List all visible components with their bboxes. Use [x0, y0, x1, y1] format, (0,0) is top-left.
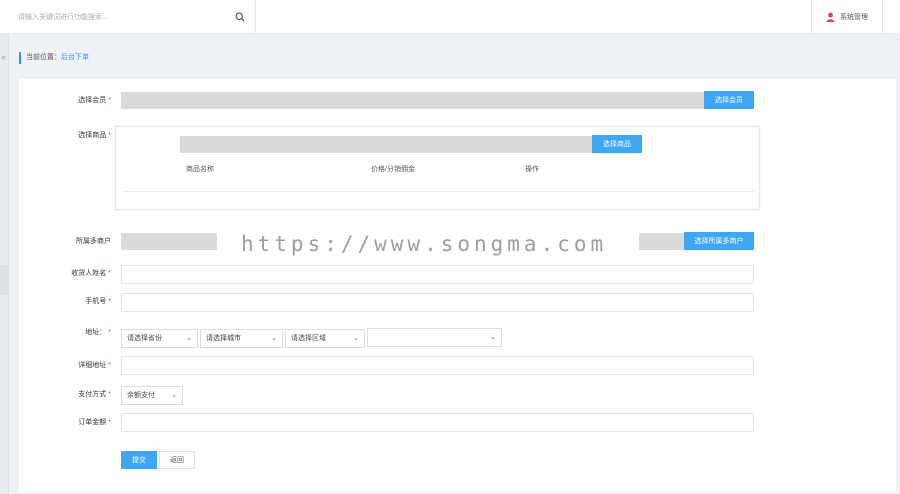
- breadcrumb: 当前位置：后台下单: [19, 52, 89, 64]
- return-button[interactable]: 返回: [159, 451, 195, 469]
- system-admin-button[interactable]: 系统管理: [811, 0, 883, 34]
- city-select[interactable]: 请选择城市 ⌄: [200, 329, 283, 348]
- search-box: [10, 0, 256, 34]
- detail-address-input[interactable]: [121, 356, 754, 375]
- district-select[interactable]: 请选择区域 ⌄: [285, 329, 365, 348]
- goods-box: 选择商品 商品名称 价格/分销佣金 操作: [115, 126, 760, 210]
- search-icon[interactable]: [235, 12, 245, 22]
- member-display: [121, 92, 704, 109]
- goods-column-action: 操作: [525, 166, 539, 173]
- province-select[interactable]: 请选择省份 ⌄: [121, 329, 198, 348]
- phone-label: 手机号 *: [85, 298, 111, 305]
- select-member-button[interactable]: 选择会员: [704, 91, 754, 109]
- order-amount-input[interactable]: [121, 413, 754, 432]
- top-bar: 系统管理: [0, 0, 900, 34]
- select-goods-label: 选择商品 *: [78, 132, 111, 139]
- goods-divider: [124, 191, 754, 192]
- detail-address-label: 详细地址 *: [78, 362, 111, 369]
- receiver-name-label: 收货人姓名 *: [71, 270, 111, 277]
- order-amount-label: 订单金额 *: [78, 419, 111, 426]
- select-goods-button[interactable]: 选择商品: [592, 135, 642, 153]
- merchant-label: 所属多商户: [76, 238, 111, 245]
- system-admin-label: 系统管理: [840, 14, 868, 21]
- street-select[interactable]: ⌄: [367, 328, 502, 347]
- payment-label: 支付方式 *: [78, 391, 111, 398]
- phone-input[interactable]: [121, 293, 754, 312]
- select-merchant-button[interactable]: 选择所属多商户: [684, 232, 754, 250]
- goods-column-name: 商品名称: [186, 166, 214, 173]
- address-label: 地址： *: [85, 329, 111, 336]
- search-input[interactable]: [18, 11, 218, 23]
- merchant-display: [121, 233, 217, 250]
- collapse-icon[interactable]: «: [1, 53, 6, 62]
- breadcrumb-prefix: 当前位置：: [26, 54, 61, 61]
- submit-button[interactable]: 提交: [121, 451, 157, 469]
- goods-display: [180, 136, 592, 153]
- rail-indicator: [0, 265, 9, 295]
- payment-select[interactable]: 余额支付 ⌄: [121, 386, 183, 405]
- user-icon: [826, 12, 835, 22]
- merchant-display-tail: [639, 233, 684, 250]
- left-rail: «: [0, 34, 9, 494]
- goods-column-price: 价格/分销佣金: [371, 166, 415, 173]
- breadcrumb-current[interactable]: 后台下单: [61, 54, 89, 61]
- order-form-panel: 选择会员 * 选择会员 选择商品 * 选择商品 商品名称 价格/分销佣金 操作 所属…: [19, 79, 896, 492]
- receiver-name-input[interactable]: [121, 265, 754, 284]
- select-member-label: 选择会员 *: [78, 97, 111, 104]
